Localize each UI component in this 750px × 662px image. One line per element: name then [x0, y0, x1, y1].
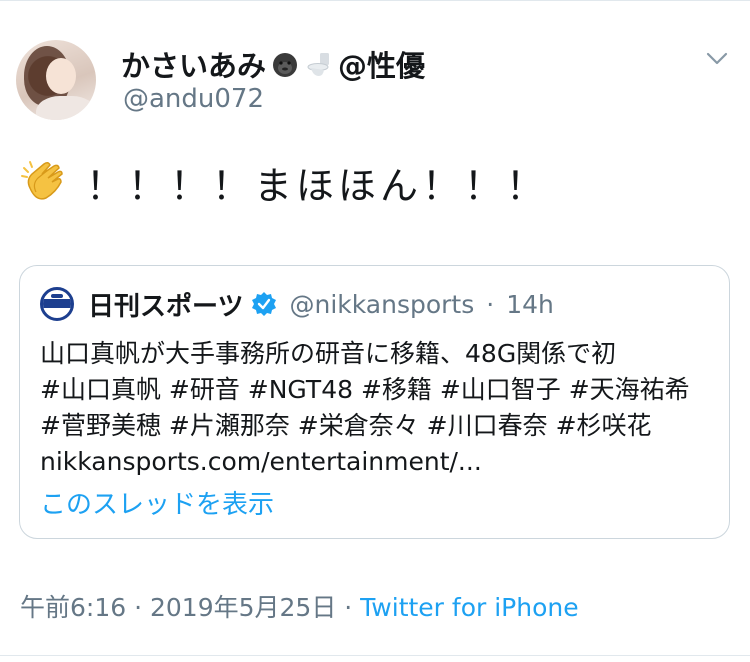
- bottom-divider: [0, 655, 750, 656]
- clapping-hands-icon: [20, 158, 72, 206]
- quoted-account-name[interactable]: 日刊スポーツ: [88, 286, 243, 323]
- quoted-tweet-header: 日刊スポーツ @nikkansports · 14h: [40, 286, 554, 322]
- user-name-row[interactable]: かさいあみ @性優: [121, 42, 425, 86]
- tweet-footer: 午前6:16 · 2019年5月25日 · Twitter for iPhone: [20, 588, 579, 624]
- quoted-line: 山口真帆が大手事務所の研音に移籍、48G関係で初: [40, 339, 617, 368]
- toilet-icon: [304, 49, 334, 79]
- chevron-down-icon[interactable]: [706, 52, 728, 66]
- display-name[interactable]: かさいあみ: [121, 43, 266, 85]
- quoted-time: 14h: [506, 289, 554, 319]
- quoted-hashtags-line[interactable]: #菅野美穂 #片瀬那奈 #栄倉奈々 #川口春奈 #杉咲花: [40, 408, 720, 444]
- user-handle[interactable]: @andu072: [123, 84, 264, 114]
- tweet-source[interactable]: Twitter for iPhone: [360, 593, 578, 622]
- footer-separator: ·: [336, 593, 361, 622]
- tweet-date[interactable]: 2019年5月25日: [150, 593, 336, 622]
- tweet-text: ！！！！まほほん！！！: [20, 158, 548, 208]
- show-thread-link[interactable]: このスレッドを表示: [40, 484, 274, 521]
- tweet-body: ！！！！まほほん！！！: [86, 163, 549, 208]
- avatar[interactable]: [16, 40, 96, 120]
- quoted-hashtags-line[interactable]: #山口真帆 #研音 #NGT48 #移籍 #山口智子 #天海祐希: [40, 372, 720, 408]
- quoted-handle[interactable]: @nikkansports: [289, 290, 474, 319]
- quoted-separator: ·: [486, 289, 495, 319]
- nikkansports-logo[interactable]: [40, 287, 74, 321]
- footer-separator: ·: [126, 593, 150, 622]
- gorilla-icon: [270, 49, 300, 79]
- tweet-time[interactable]: 午前6:16: [20, 593, 126, 622]
- display-name-suffix[interactable]: @性優: [338, 43, 425, 85]
- quoted-link[interactable]: nikkansports.com/entertainment/...: [40, 444, 720, 480]
- verified-badge-icon: [252, 292, 277, 316]
- quoted-tweet-body: 山口真帆が大手事務所の研音に移籍、48G関係で初 #山口真帆 #研音 #NGT4…: [40, 336, 720, 480]
- top-divider: [0, 0, 750, 1]
- quoted-tweet[interactable]: 日刊スポーツ @nikkansports · 14h 山口真帆が大手事務所の研音…: [19, 265, 730, 539]
